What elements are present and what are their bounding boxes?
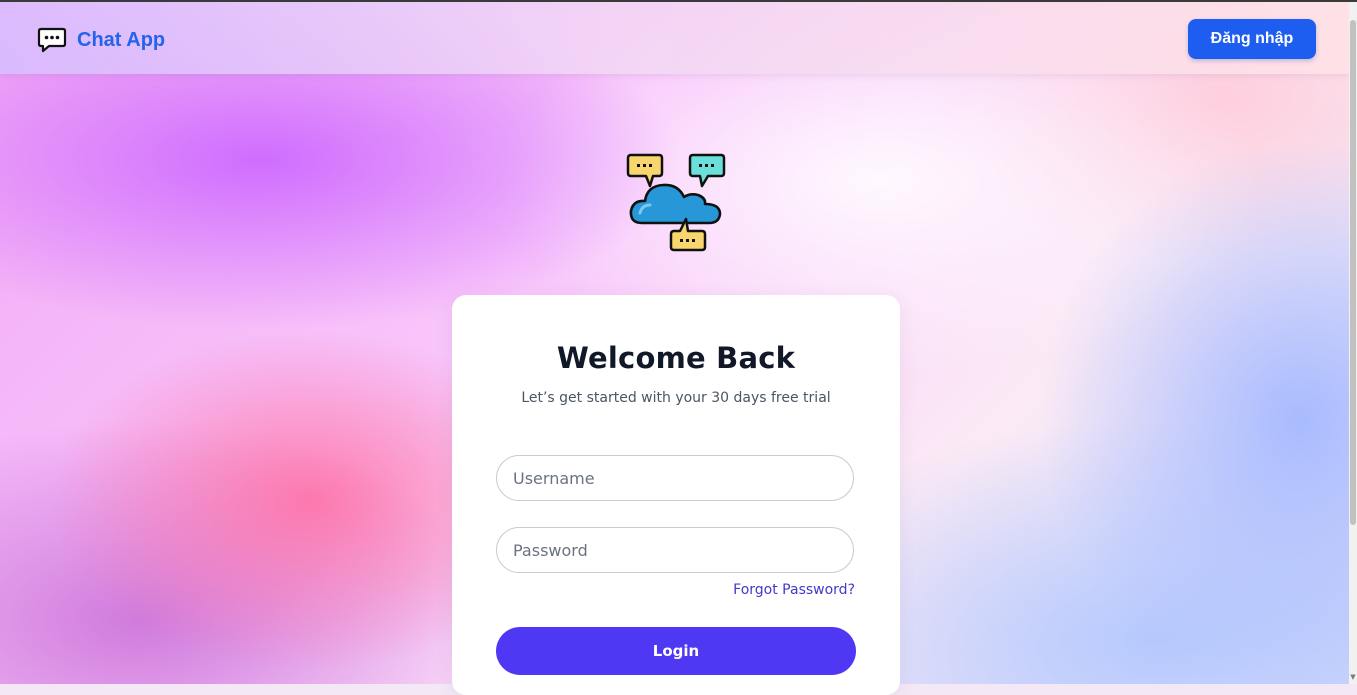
- scrollbar-thumb[interactable]: [1350, 20, 1356, 525]
- scroll-down-arrow-icon[interactable]: ▼: [1349, 672, 1357, 682]
- username-input[interactable]: [496, 455, 854, 501]
- brand-name: Chat App: [77, 28, 166, 51]
- chat-bubble-icon: [37, 27, 67, 53]
- header-login-button[interactable]: Đăng nhập: [1188, 19, 1316, 59]
- card-subtitle: Let’s get started with your 30 days free…: [521, 390, 831, 406]
- cloud-chat-icon: [626, 153, 726, 257]
- card-title: Welcome Back: [556, 341, 796, 375]
- vertical-scrollbar[interactable]: ▼: [1349, 2, 1357, 684]
- brand-link[interactable]: Chat App: [37, 27, 165, 53]
- login-button[interactable]: Login: [496, 627, 856, 675]
- login-card: Welcome Back Let’s get started with your…: [452, 295, 900, 695]
- password-input[interactable]: [496, 527, 854, 573]
- forgot-password-link[interactable]: Forgot Password?: [452, 582, 855, 598]
- top-navbar: Chat App Đăng nhập: [0, 2, 1349, 74]
